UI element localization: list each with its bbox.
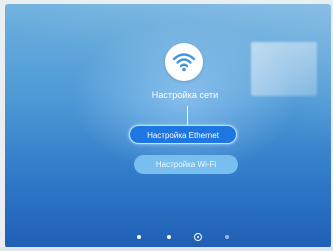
screen-glare	[251, 42, 317, 96]
ethernet-setup-button[interactable]: Настройка Ethernet	[129, 125, 237, 144]
page-dot	[137, 235, 141, 239]
page-title: Настройка сети	[151, 90, 219, 100]
tv-frame: Настройка сети Настройка Ethernet Настро…	[0, 0, 333, 251]
page-dot	[167, 235, 171, 239]
page-dot	[225, 235, 229, 239]
wifi-badge	[165, 43, 203, 81]
tv-bezel	[0, 247, 333, 251]
setup-screen: Настройка сети Настройка Ethernet Настро…	[5, 4, 331, 248]
page-indicator	[137, 232, 247, 242]
wifi-icon	[172, 53, 196, 72]
page-dot-active	[194, 233, 202, 241]
wifi-setup-button[interactable]: Настройка Wi-Fi	[134, 155, 238, 174]
